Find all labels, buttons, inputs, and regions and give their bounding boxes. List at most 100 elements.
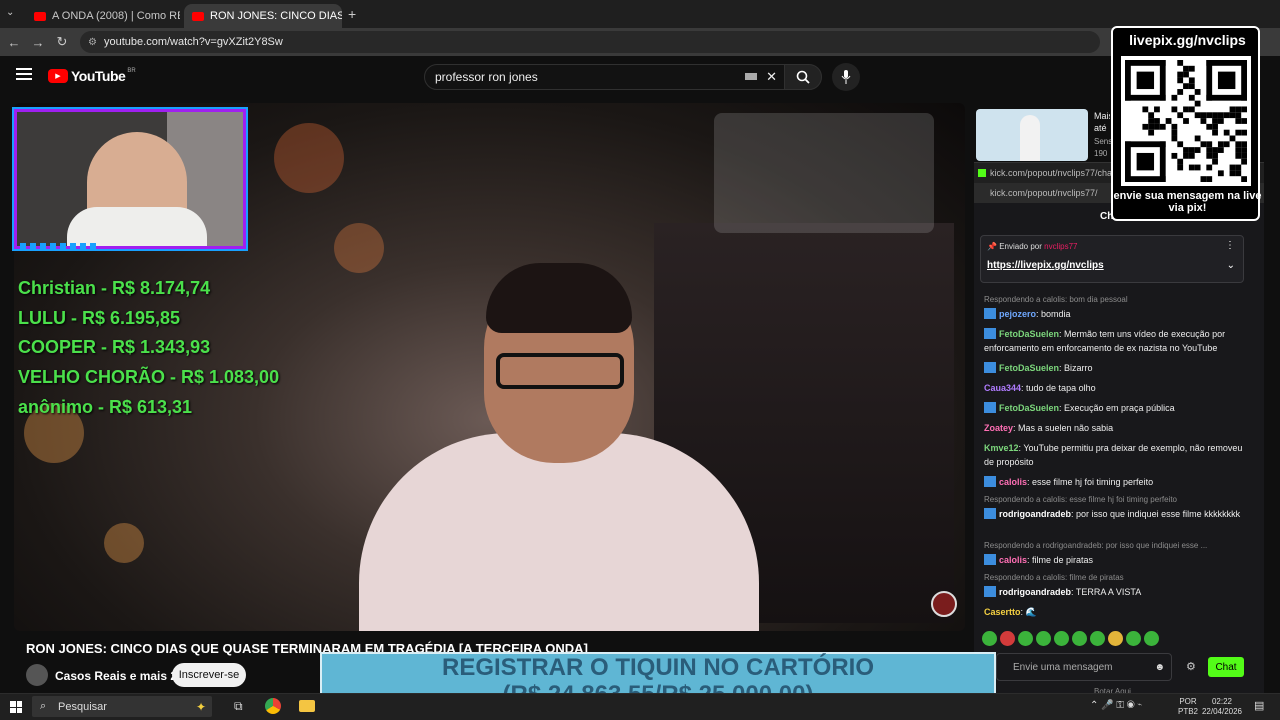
youtube-favicon-icon [192,11,204,21]
chat-message: calolis: esse filme hj foi timing perfei… [984,475,1246,489]
tray-icons[interactable]: ⌃ 🎤 ⚿ ◉ ⌁ [1090,700,1142,711]
reload-icon[interactable]: ↻ [50,34,74,50]
chevron-down-icon[interactable]: ⌄ [1227,260,1235,271]
kick-chat-window: kick.com/popout/nvclips77/chat kick.com/… [974,162,1264,696]
kick-tab-url: kick.com/popout/nvclips77/chat [990,168,1115,178]
chat-text: : esse filme hj foi timing perfeito [1027,477,1154,487]
clear-icon[interactable]: ✕ [766,69,777,85]
emote-icon[interactable] [982,631,997,646]
keyboard-layout: PTB2 [1178,707,1199,716]
presenter-hair [486,263,632,333]
tab-ron-jones[interactable]: RON JONES: CINCO DIAS QUE 🔊 ✕ [184,4,342,28]
site-info-icon[interactable]: ⚙ [88,37,97,48]
emote-icon[interactable] [1054,631,1069,646]
user-badge-icon [984,328,996,339]
settings-icon[interactable]: ⚙ [1186,660,1196,673]
channel-avatar[interactable] [26,664,48,686]
search-input[interactable]: professor ron jones ✕ [424,64,786,90]
chat-username[interactable]: calolis [999,477,1027,487]
emote-icon[interactable] [1036,631,1051,646]
chat-message: pejozero: bomdia [984,307,1246,321]
donation-entry: Christian - R$ 8.174,74 [18,278,211,298]
thumbnail-figure [1020,115,1040,161]
pinned-message[interactable]: 📌 Enviado por nvclips77 https://livepix.… [980,235,1244,283]
chat-message: Casertto: 🌊 [984,605,1246,619]
tab-a-onda[interactable]: A ONDA (2008) | Como REGIME ✕ [26,4,180,28]
window-light [714,113,934,233]
recommendation-title[interactable]: Mais até [1094,110,1110,134]
menu-icon[interactable] [16,68,32,80]
chat-send-button[interactable]: Chat [1208,657,1244,677]
emote-icon[interactable] [1126,631,1141,646]
chat-username[interactable]: rodrigoandradeb [999,587,1071,597]
tab-title: A ONDA (2008) | Como REGIME [52,10,180,22]
streamer-webcam [14,109,246,249]
qr-code-image [1125,60,1247,182]
windows-start-icon[interactable] [10,701,22,713]
more-icon[interactable]: ⋮ [1225,240,1235,251]
microphone-icon [841,70,851,84]
clock-time: 02:22 [1211,697,1233,706]
search-button[interactable] [784,64,822,90]
goal-title: REGISTRAR O TIQUIN NO CARTÓRIO [442,654,874,681]
chat-text: : por isso que indiquei esse filme kkkkk… [1071,509,1241,519]
emote-icon[interactable] [1108,631,1123,646]
task-view-icon[interactable]: ⧉ [234,699,243,714]
chat-reply-context: Respondendo a calolis: filme de piratas [984,573,1124,582]
recommendation-thumbnail[interactable] [976,109,1088,161]
chat-text: : YouTube permitiu pra deixar de exemplo… [984,443,1243,467]
logo-text: YouTube [71,68,126,84]
back-icon[interactable]: ← [2,35,26,50]
chat-reply-context: Respondendo a calolis: bom dia pessoal [984,295,1128,304]
forward-icon[interactable]: → [26,35,50,50]
chat-input-placeholder: Envie uma mensagem [1013,661,1113,673]
voice-search-button[interactable] [832,63,860,91]
emote-icon[interactable] [1144,631,1159,646]
emote-icon[interactable] [1000,631,1015,646]
pin-icon: 📌 [987,242,997,251]
chat-username[interactable]: calolis [999,555,1027,565]
region-label: BR [127,68,136,74]
tab-search-icon[interactable]: ⌄ [6,7,14,18]
donation-entry: COOPER - R$ 1.343,93 [18,337,211,357]
taskbar-search[interactable]: ⌕ Pesquisar ✦ [32,696,212,717]
chat-message: calolis: filme de piratas [984,553,1246,567]
subscribe-button[interactable]: Inscrever-se [172,663,246,687]
emote-icon[interactable] [1072,631,1087,646]
chat-username[interactable]: pejozero [999,309,1036,319]
chat-username[interactable]: Zoatey [984,423,1013,433]
webcam-decoration [20,243,100,249]
chat-input[interactable]: Envie uma mensagem ☻ [996,653,1172,681]
keyboard-icon[interactable] [745,73,757,80]
chat-username[interactable]: rodrigoandradeb [999,509,1071,519]
user-badge-icon [984,586,996,597]
notification-icon[interactable]: ▤ [1254,699,1264,712]
language-indicator[interactable]: POR PTB2 [1178,697,1198,717]
emote-icon[interactable] [1018,631,1033,646]
chat-username[interactable]: Casertto [984,607,1021,617]
chat-username[interactable]: Caua344 [984,383,1021,393]
file-explorer-icon[interactable] [299,700,315,712]
chat-username[interactable]: FetoDaSuelen [999,403,1059,413]
emote-icon[interactable] [1090,631,1105,646]
clock-date: 22/04/2026 [1201,707,1243,716]
chat-username[interactable]: Kmve12 [984,443,1019,453]
chat-username[interactable]: FetoDaSuelen [999,363,1059,373]
user-badge-icon [984,308,996,319]
url-field[interactable]: ⚙ youtube.com/watch?v=gvXZit2Y8Sw [80,31,1100,53]
chrome-icon[interactable] [265,698,281,714]
pinned-link[interactable]: https://livepix.gg/nvclips [987,260,1104,271]
emoji-icon[interactable]: ☻ [1154,662,1165,673]
channel-name[interactable]: Casos Reais e mais 2 [55,669,177,683]
chat-text: : tudo de tapa olho [1021,383,1096,393]
chat-username[interactable]: FetoDaSuelen [999,329,1059,339]
new-tab-button[interactable]: + [348,6,356,22]
pinned-label: Enviado por [999,242,1042,251]
youtube-favicon-icon [34,11,46,21]
kick-url-text: kick.com/popout/nvclips77/ [990,188,1098,198]
widget-icon: ✦ [195,699,206,714]
chat-reply-context: Respondendo a calolis: esse filme hj foi… [984,495,1177,504]
youtube-logo[interactable]: ▶ YouTube BR [48,68,136,84]
clock[interactable]: 02:22 22/04/2026 [1200,697,1244,717]
chat-message: FetoDaSuelen: Bizarro [984,361,1246,375]
